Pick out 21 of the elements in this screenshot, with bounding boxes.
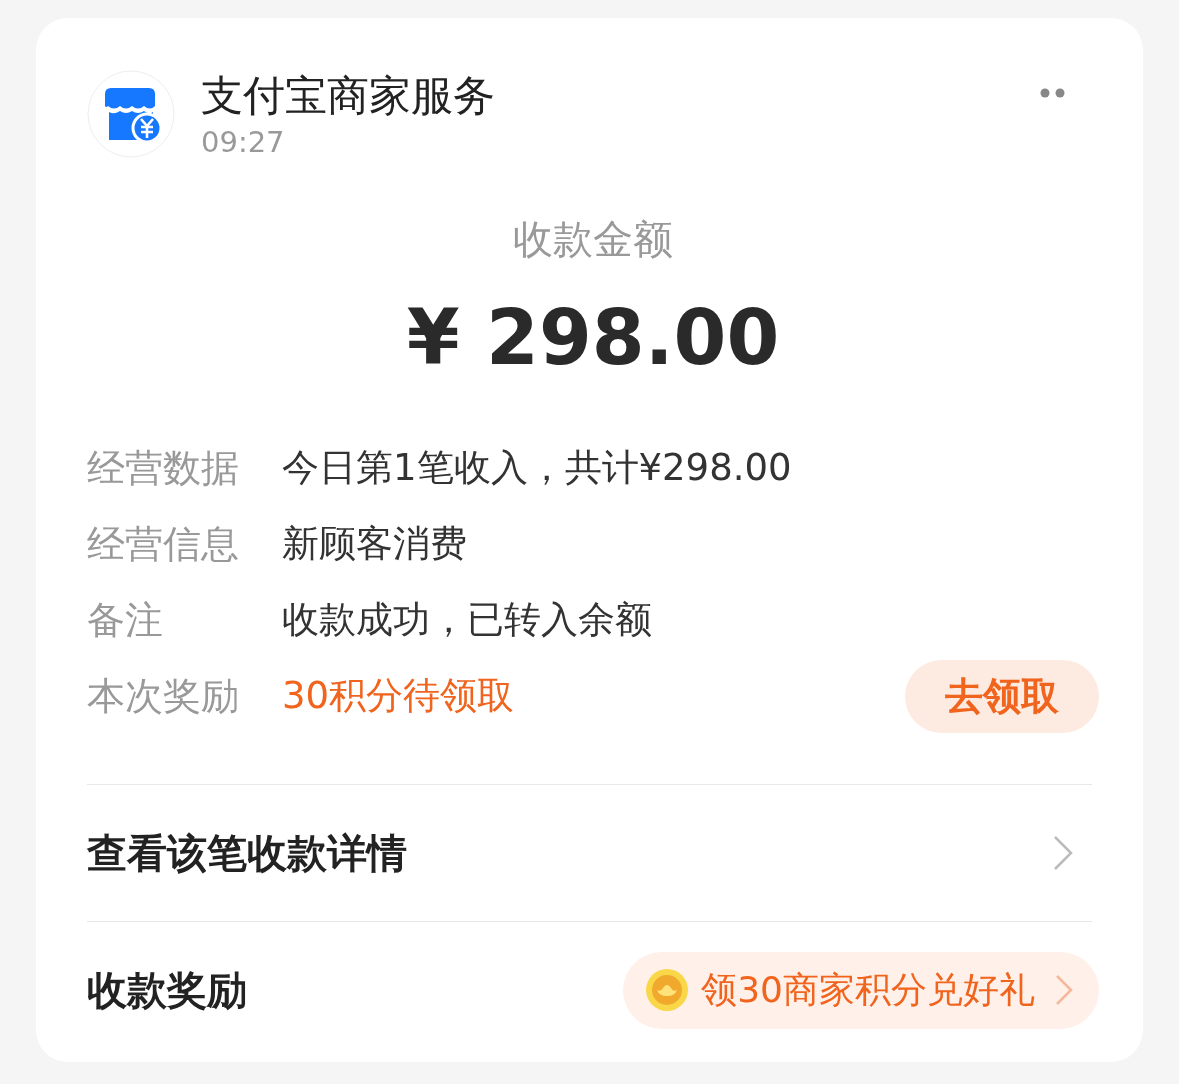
detail-value: 新顾客消费 bbox=[282, 521, 468, 567]
detail-label: 经营信息 bbox=[87, 520, 240, 568]
chevron-right-icon bbox=[1053, 835, 1073, 871]
more-icon bbox=[1040, 88, 1065, 98]
detail-label: 备注 bbox=[87, 596, 164, 644]
amount-label: 收款金额 bbox=[513, 215, 673, 264]
detail-label: 本次奖励 bbox=[87, 672, 240, 720]
link-row[interactable]: 收款奖励 领30商家积分兑好礼 bbox=[87, 934, 1099, 1046]
chevron-right-icon bbox=[1055, 974, 1073, 1006]
message-time: 09:27 bbox=[201, 124, 286, 161]
store-logo-icon bbox=[87, 70, 175, 158]
detail-value: 收款成功，已转入余额 bbox=[282, 597, 653, 643]
detail-value: 今日第1笔收入，共计¥298.00 bbox=[282, 445, 793, 491]
amount-value: ¥ 298.00 bbox=[406, 292, 780, 384]
link-row[interactable]: 查看该笔收款详情 bbox=[87, 797, 1099, 909]
link-label: 收款奖励 bbox=[87, 965, 247, 1015]
coin-icon bbox=[645, 968, 690, 1012]
app-name: 支付宝商家服务 bbox=[201, 70, 496, 122]
detail-label: 经营数据 bbox=[87, 444, 240, 492]
detail-value: 30积分待领取 bbox=[282, 673, 516, 719]
link-label: 查看该笔收款详情 bbox=[87, 828, 407, 878]
